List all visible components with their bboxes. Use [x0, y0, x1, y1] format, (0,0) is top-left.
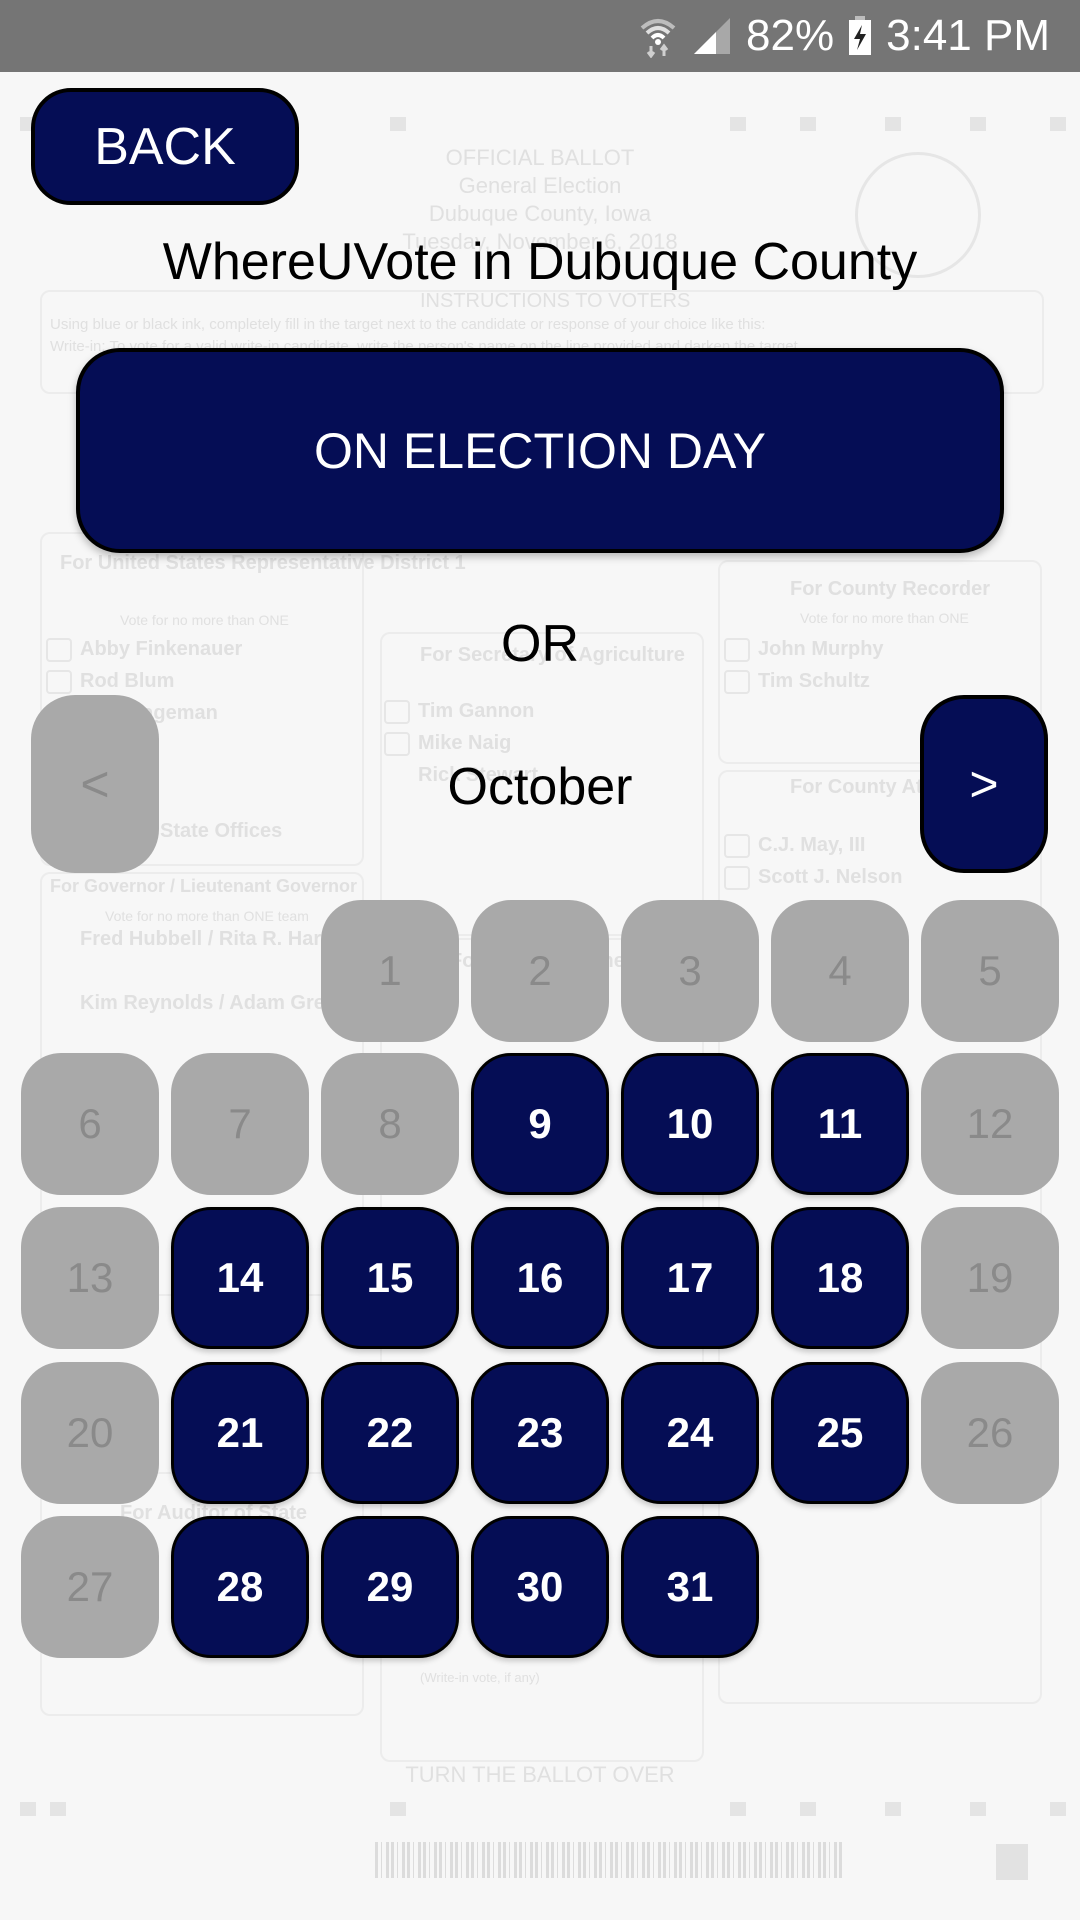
- calendar-day-28[interactable]: 28: [171, 1516, 309, 1658]
- calendar-day-20: 20: [21, 1362, 159, 1504]
- calendar-day-22[interactable]: 22: [321, 1362, 459, 1504]
- ballot-header-line: General Election: [458, 173, 622, 198]
- battery-percent: 82%: [746, 11, 835, 60]
- candidate-name: Scott J. Nelson: [758, 866, 903, 888]
- calendar-day-12: 12: [921, 1053, 1059, 1195]
- chevron-right-icon: >: [969, 756, 999, 812]
- candidate-name: Tim Gannon: [418, 700, 535, 722]
- barcode-marker: [996, 1844, 1028, 1880]
- page-title: WhereUVote in Dubuque County: [162, 233, 918, 291]
- race-title: For County Recorder: [790, 578, 991, 600]
- calendar-day-2: 2: [471, 900, 609, 1042]
- calendar-day-25[interactable]: 25: [771, 1362, 909, 1504]
- calendar-day-6: 6: [21, 1053, 159, 1195]
- candidate-name: Fred Hubbell / Rita R. Hart: [80, 928, 328, 950]
- ballot-header-line: OFFICIAL BALLOT: [445, 145, 635, 170]
- calendar-day-26: 26: [921, 1362, 1059, 1504]
- instructions-title: INSTRUCTIONS TO VOTERS: [420, 290, 691, 312]
- month-label: October: [447, 758, 633, 816]
- race-instruction: Vote for no more than ONE team: [105, 908, 309, 924]
- wifi-data-icon: [638, 14, 678, 58]
- calendar-day-11[interactable]: 11: [771, 1053, 909, 1195]
- candidate-name: Mike Naig: [418, 732, 512, 754]
- ballot-header-line: Dubuque County, Iowa: [428, 201, 652, 226]
- calendar-day-17[interactable]: 17: [621, 1207, 759, 1349]
- calendar-day-14[interactable]: 14: [171, 1207, 309, 1349]
- candidate-name: Kim Reynolds / Adam Gregg: [80, 992, 350, 1014]
- calendar-day-23[interactable]: 23: [471, 1362, 609, 1504]
- calendar-day-29[interactable]: 29: [321, 1516, 459, 1658]
- calendar-day-15[interactable]: 15: [321, 1207, 459, 1349]
- cell-signal-icon: [692, 16, 732, 56]
- instructions-text: Using blue or black ink, completely fill…: [50, 316, 766, 333]
- calendar-day-10[interactable]: 10: [621, 1053, 759, 1195]
- calendar-day-5: 5: [921, 900, 1059, 1042]
- calendar-day-7: 7: [171, 1053, 309, 1195]
- calendar-day-8: 8: [321, 1053, 459, 1195]
- turn-ballot-over-text: TURN THE BALLOT OVER: [405, 1762, 675, 1787]
- or-label: OR: [501, 615, 579, 673]
- calendar-day-4: 4: [771, 900, 909, 1042]
- next-month-button[interactable]: >: [920, 695, 1048, 873]
- calendar-day-9[interactable]: 9: [471, 1053, 609, 1195]
- race-title: For United States Representative Distric…: [60, 552, 466, 574]
- calendar-day-30[interactable]: 30: [471, 1516, 609, 1658]
- candidate-name: C.J. May, III: [758, 834, 866, 856]
- race-title: State Offices: [160, 820, 283, 842]
- calendar-day-27: 27: [21, 1516, 159, 1658]
- calendar-day-24[interactable]: 24: [621, 1362, 759, 1504]
- calendar-day-19: 19: [921, 1207, 1059, 1349]
- back-button[interactable]: BACK: [31, 88, 299, 205]
- calendar-day-13: 13: [21, 1207, 159, 1349]
- calendar-day-1: 1: [321, 900, 459, 1042]
- calendar-day-18[interactable]: 18: [771, 1207, 909, 1349]
- write-in-label: (Write-in vote, if any): [420, 1670, 540, 1685]
- calendar-day-16[interactable]: 16: [471, 1207, 609, 1349]
- on-election-day-button[interactable]: ON ELECTION DAY: [76, 348, 1004, 553]
- calendar-day-21[interactable]: 21: [171, 1362, 309, 1504]
- race-title: For Governor / Lieutenant Governor: [50, 876, 358, 896]
- calendar-day-3: 3: [621, 900, 759, 1042]
- barcode: [375, 1842, 845, 1878]
- status-bar: 82% 3:41 PM: [0, 0, 1080, 72]
- clock: 3:41 PM: [886, 11, 1050, 60]
- battery-charging-icon: [848, 16, 872, 56]
- calendar-day-31[interactable]: 31: [621, 1516, 759, 1658]
